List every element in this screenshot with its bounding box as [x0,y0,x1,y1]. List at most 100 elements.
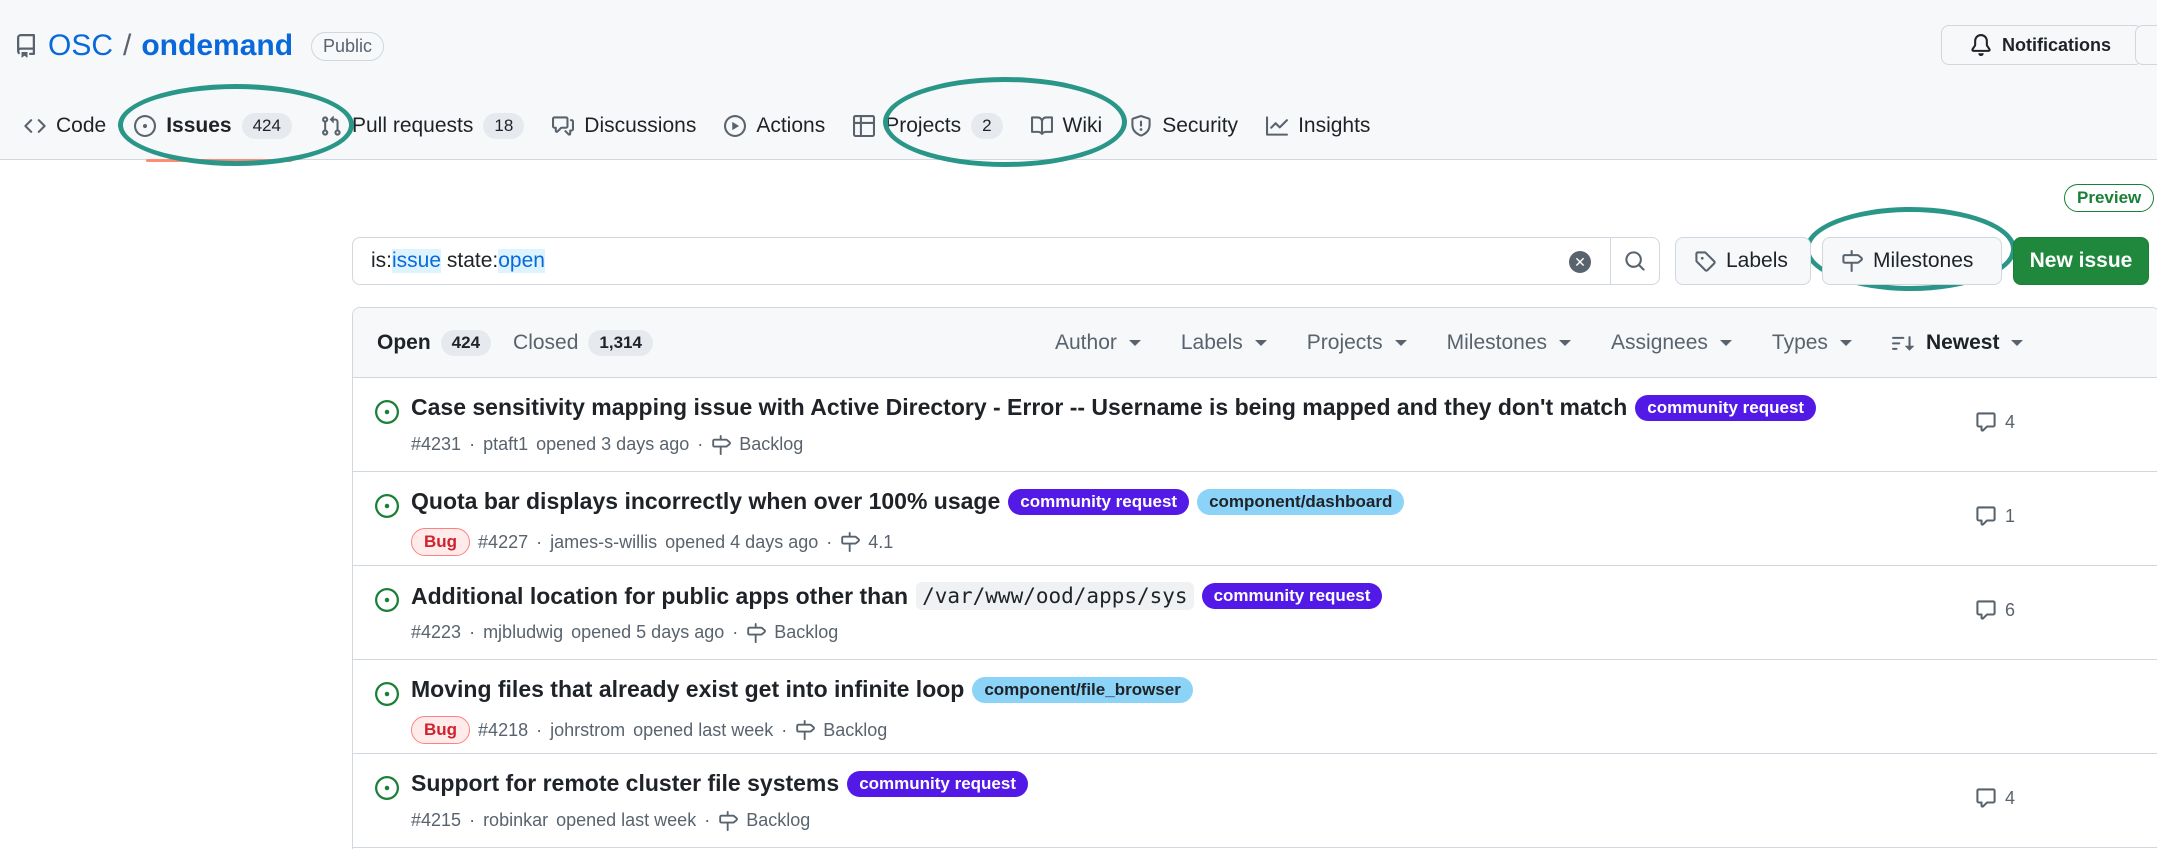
milestone-icon [719,810,739,831]
open-issues-tab[interactable]: Open 424 [377,329,492,356]
issue-row[interactable]: Additional location for public apps othe… [353,566,2157,660]
tab-wiki[interactable]: Wiki [1017,104,1117,148]
new-issue-button-label: New issue [2029,249,2133,272]
filter-milestones[interactable]: Milestones [1427,331,1591,355]
milestones-button[interactable]: Milestones [1822,237,2002,285]
issue-title-link[interactable]: Support for remote cluster file systems [411,770,839,797]
filter-projects[interactable]: Projects [1287,331,1427,355]
tab-code[interactable]: Code [10,104,120,148]
issue-milestone-link[interactable]: Backlog [746,810,810,831]
bug-type-badge[interactable]: Bug [411,716,471,744]
repo-name-link[interactable]: ondemand [141,29,293,63]
issue-number: #4215 [411,810,462,830]
issue-meta: #4215 · robinkar opened last week · Back… [411,810,810,831]
caret-down-icon [1559,340,1572,346]
issue-title-link[interactable]: Case sensitivity mapping issue with Acti… [411,394,1627,421]
issue-row[interactable]: Moving files that already exist get into… [353,660,2157,754]
sort-label: Newest [1925,331,2000,354]
issue-author-link[interactable]: mjbludwig [483,622,563,643]
tab-actions[interactable]: Actions [710,104,839,148]
issue-author-link[interactable]: ptaft1 [483,434,528,455]
filter-types[interactable]: Types [1752,331,1872,355]
query-value-open: open [498,249,545,273]
comments-count[interactable]: 1 [1975,505,2015,527]
new-issue-button[interactable]: New issue [2013,237,2149,285]
issue-label[interactable]: community request [1635,394,1817,421]
caret-down-icon [1719,340,1732,346]
bug-type-badge[interactable]: Bug [411,528,471,556]
meta-separator: · [826,531,833,552]
comments-count[interactable]: 4 [1975,787,2015,809]
issue-title-link[interactable]: Moving files that already exist get into… [411,676,964,703]
meta-separator: · [697,434,704,454]
sort-dropdown[interactable]: Newest [1872,331,2044,355]
repo-owner-link[interactable]: OSC [48,29,113,63]
filter-author[interactable]: Author [1035,331,1161,355]
issue-milestone-link[interactable]: 4.1 [868,532,893,553]
issue-title-line: Quota bar displays incorrectly when over… [411,488,1405,515]
tab-pull-requests[interactable]: Pull requests 18 [306,104,538,148]
issue-row[interactable]: Support for remote cluster file systems … [353,754,2157,848]
meta-separator: · [732,622,739,642]
labels-button-label: Labels [1726,249,1788,272]
git-pull-request-icon [322,115,341,136]
issue-meta: #4223 · mjbludwig opened 5 days ago · Ba… [411,622,838,643]
issue-author-link[interactable]: james-s-willis [550,532,657,553]
issue-number: #4231 [411,434,462,454]
tab-security[interactable]: Security [1116,104,1252,148]
issue-author-link[interactable]: johrstrom [550,720,625,741]
tab-pull-requests-count: 18 [483,113,525,139]
issue-title-link[interactable]: Additional location for public apps othe… [411,583,908,610]
filter-assignees[interactable]: Assignees [1591,331,1752,355]
caret-down-icon [1254,340,1267,346]
issue-number: #4227 [478,531,529,552]
watch-dropdown-button[interactable] [2135,25,2157,65]
tab-projects[interactable]: Projects 2 [839,104,1016,148]
issue-meta: #4231 · ptaft1 opened 3 days ago · Backl… [411,434,803,455]
issue-search-input[interactable]: is: issue state: open ✕ [352,237,1660,285]
issue-label[interactable]: component/dashboard [1197,488,1405,515]
issue-row[interactable]: Quota bar displays incorrectly when over… [353,472,2157,566]
search-icon [1625,251,1645,271]
meta-separator: · [704,810,711,830]
issue-milestone-link[interactable]: Backlog [823,720,887,741]
meta-separator: · [781,719,788,740]
issue-label[interactable]: component/file_browser [972,676,1193,703]
issue-label[interactable]: community request [1008,488,1190,515]
bell-icon [1971,34,1991,56]
notifications-button[interactable]: Notifications [1941,25,2143,65]
tab-insights[interactable]: Insights [1252,104,1384,148]
search-button[interactable] [1611,238,1659,284]
issue-opened-icon [375,682,399,706]
table-icon [853,115,876,137]
filter-assignees-label: Assignees [1611,331,1708,354]
issue-opened-time: opened last week [556,810,697,830]
clear-search-icon[interactable]: ✕ [1569,251,1591,273]
issue-label[interactable]: community request [847,770,1028,797]
meta-separator: · [536,719,543,740]
issue-title-link[interactable]: Quota bar displays incorrectly when over… [411,488,1000,515]
tab-actions-label: Actions [756,114,826,137]
comments-count-value: 6 [2005,599,2016,620]
issue-milestone-link[interactable]: Backlog [739,434,803,455]
tab-projects-label: Projects [885,114,962,137]
issue-opened-icon [375,400,399,424]
closed-issues-tab[interactable]: Closed 1,314 [513,329,653,356]
comments-count[interactable]: 6 [1975,599,2015,621]
meta-separator: · [469,810,476,830]
issue-row[interactable]: Case sensitivity mapping issue with Acti… [353,378,2157,472]
issue-meta: Bug #4227 · james-s-willis opened 4 days… [411,528,893,556]
tab-discussions[interactable]: Discussions [538,104,710,148]
filter-labels[interactable]: Labels [1161,331,1287,355]
labels-button[interactable]: Labels [1675,237,1811,285]
issue-author-link[interactable]: robinkar [483,810,548,831]
comments-count[interactable]: 4 [1975,411,2015,433]
code-icon [24,119,46,133]
tab-issues[interactable]: Issues 424 [120,104,306,162]
issues-list: Open 424 Closed 1,314 Author Labels Proj… [352,307,2157,849]
milestone-icon [841,532,861,552]
issue-opened-icon [375,494,399,518]
filter-bar: Author Labels Projects Milestones Assign… [1035,308,2043,378]
issue-label[interactable]: community request [1201,583,1383,609]
issue-milestone-link[interactable]: Backlog [774,622,838,643]
